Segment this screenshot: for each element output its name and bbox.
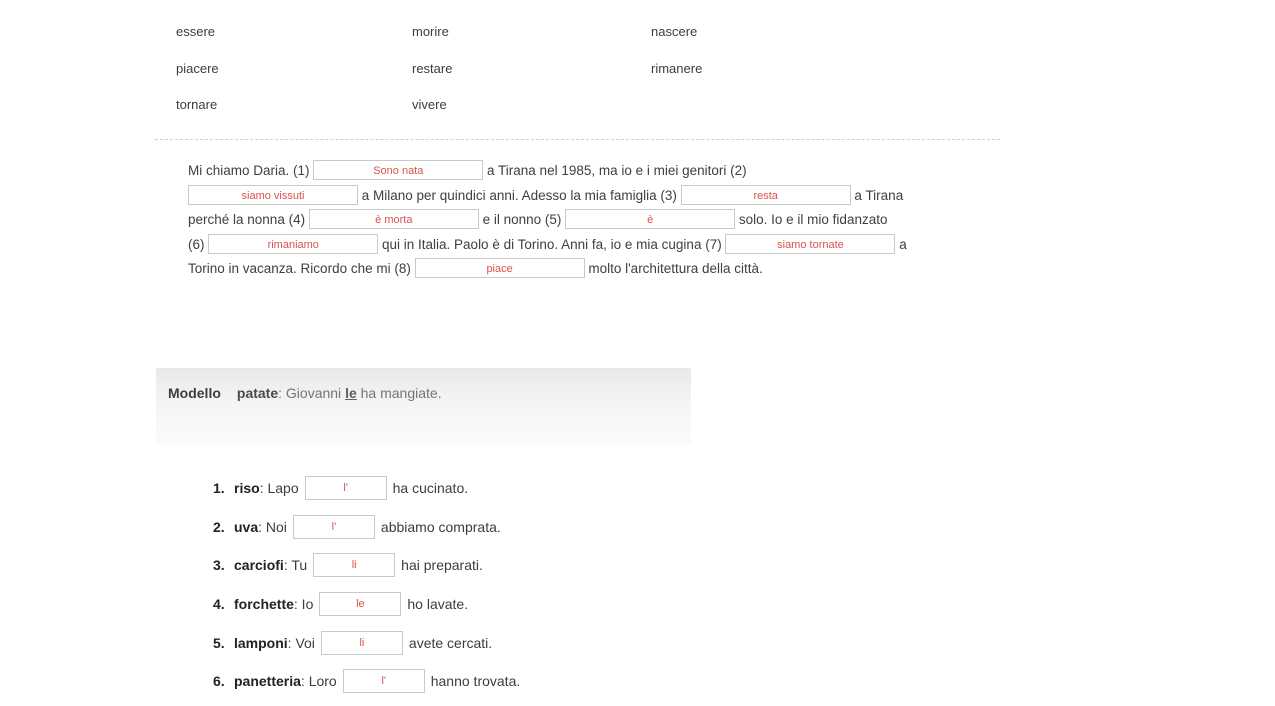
exercise-item: 4.forchette: Io le ho lavate. [213,592,520,616]
paragraph-text: molto l'architettura della città. [585,261,763,276]
exercise-post-text: ha cucinato. [393,480,469,496]
modello-label: Modello [168,385,221,401]
exercise-word: panetteria [234,673,301,689]
exercise-post-text: hanno trovata. [431,673,521,689]
blank-answer: le [356,598,365,610]
exercise-item: 5.lamponi: Voi li avete cercati. [213,631,520,655]
fill-blank-input[interactable]: l' [305,476,387,500]
exercise-number: 3. [213,557,234,573]
word-bank-item: tornare [176,97,412,134]
dotted-divider [155,139,1000,140]
blank-answer: siamo tornate [777,239,844,251]
exercise-word: carciofi [234,557,284,573]
exercise-item: 3.carciofi: Tu li hai preparati. [213,553,520,577]
blank-answer: rimaniamo [268,239,319,251]
fill-blank-input[interactable]: Sono nata [313,160,483,180]
modello-pre-text: : Giovanni [278,385,345,401]
exercise-number: 4. [213,596,234,612]
fill-blank-input[interactable]: le [319,592,401,616]
word-bank-item: essere [176,24,412,61]
fill-blank-input[interactable]: li [321,631,403,655]
exercise-post-text: hai preparati. [401,557,483,573]
exercise-post-text: avete cercati. [409,635,492,651]
fill-blank-input[interactable]: siamo tornate [725,234,895,254]
exercise-post-text: abbiamo comprata. [381,519,501,535]
exercise-pre-text: : Loro [301,673,337,689]
word-bank-item: vivere [412,97,651,134]
exercise-number: 2. [213,519,234,535]
exercise-word: forchette [234,596,294,612]
blank-answer: piace [486,263,512,275]
paragraph-text: perché la nonna (4) [188,212,309,227]
exercise-pre-text: : Lapo [260,480,299,496]
paragraph-text: a [895,237,906,252]
exercise-number: 6. [213,673,234,689]
fill-blank-input[interactable]: piace [415,258,585,278]
blank-answer: Sono nata [373,165,423,177]
exercise-item: 1.riso: Lapo l' ha cucinato. [213,476,520,500]
exercise-pre-text: : Voi [288,635,315,651]
exercise-pre-text: : Tu [284,557,307,573]
fill-blank-input[interactable]: è [565,209,735,229]
fill-blank-input[interactable]: siamo vissuti [188,185,358,205]
word-bank-item: morire [412,24,651,61]
exercise-item: 2.uva: Noi l' abbiamo comprata. [213,515,520,539]
blank-answer: è [647,214,653,226]
fill-blank-input[interactable]: l' [343,669,425,693]
word-bank: esseremorirenascere piacererestarerimaner… [176,24,887,134]
blank-answer: siamo vissuti [242,190,305,202]
exercise-word: lamponi [234,635,288,651]
paragraph-text: solo. Io e il mio fidanzato [735,212,887,227]
paragraph-line: (6) rimaniamo qui in Italia. Paolo è di … [188,233,907,258]
blank-answer: è morta [375,214,412,226]
modello-word: patate [237,385,278,401]
exercise-number: 5. [213,635,234,651]
fill-blank-input[interactable]: è morta [309,209,479,229]
modello-answer: le [345,385,357,401]
word-bank-item: restare [412,61,651,98]
blank-answer: li [352,559,357,571]
exercise-pre-text: : Noi [258,519,287,535]
blank-answer: l' [332,521,337,533]
paragraph-line: perché la nonna (4) è morta e il nonno (… [188,208,907,233]
paragraph-text: qui in Italia. Paolo è di Torino. Anni f… [378,237,725,252]
blank-answer: l' [343,482,348,494]
blank-answer: l' [381,675,386,687]
paragraph-text: a Tirana nel 1985, ma io e i miei genito… [483,163,746,178]
modello-example-box: Modello patate: Giovanni le ha mangiate. [156,368,691,444]
word-bank-item: piacere [176,61,412,98]
fill-in-paragraph: Mi chiamo Daria. (1) Sono nata a Tirana … [188,159,907,282]
paragraph-line: Torino in vacanza. Ricordo che mi (8) pi… [188,257,907,282]
exercise-word: uva [234,519,258,535]
word-bank-item: nascere [651,24,887,61]
blank-answer: li [359,637,364,649]
exercise-item: 6.panetteria: Loro l' hanno trovata. [213,669,520,693]
paragraph-line: siamo vissuti a Milano per quindici anni… [188,184,907,209]
exercise-list: 1.riso: Lapo l' ha cucinato. 2.uva: Noi l' ab… [213,476,520,706]
paragraph-text: a Tirana [851,188,904,203]
fill-blank-input[interactable]: resta [681,185,851,205]
paragraph-text: e il nonno (5) [479,212,565,227]
paragraph-text: Torino in vacanza. Ricordo che mi (8) [188,261,415,276]
blank-answer: resta [753,190,777,202]
fill-blank-input[interactable]: rimaniamo [208,234,378,254]
paragraph-text: (6) [188,237,208,252]
exercise-pre-text: : Io [294,596,313,612]
exercise-post-text: ho lavate. [407,596,468,612]
exercise-page: esseremorirenascere piacererestarerimaner… [0,0,1275,706]
word-bank-item: rimanere [651,61,887,98]
fill-blank-input[interactable]: li [313,553,395,577]
paragraph-text: Mi chiamo Daria. (1) [188,163,313,178]
paragraph-line: Mi chiamo Daria. (1) Sono nata a Tirana … [188,159,907,184]
exercise-number: 1. [213,480,234,496]
modello-post-text: ha mangiate. [357,385,442,401]
exercise-word: riso [234,480,260,496]
paragraph-text: a Milano per quindici anni. Adesso la mi… [358,188,681,203]
fill-blank-input[interactable]: l' [293,515,375,539]
